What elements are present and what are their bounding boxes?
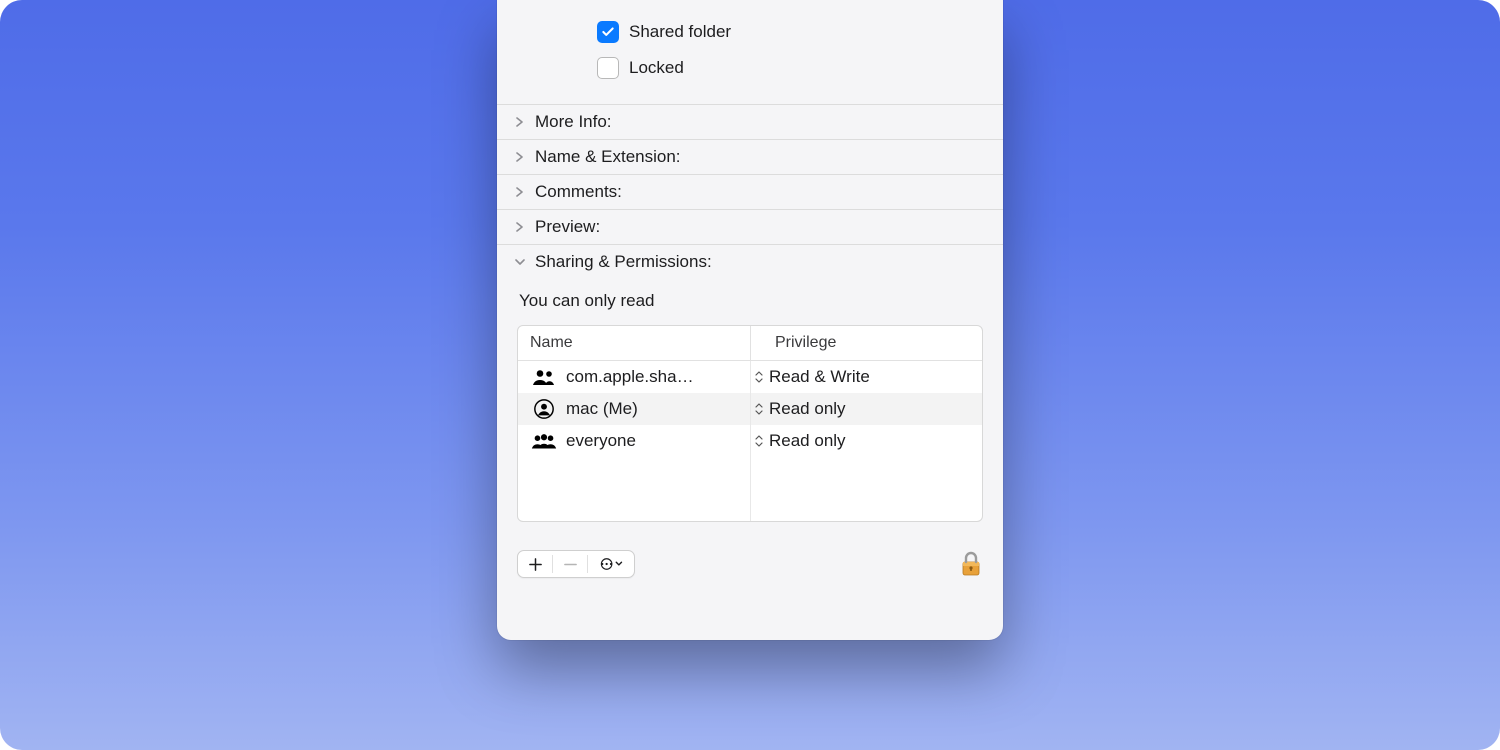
privilege-cell[interactable]: Read only — [750, 393, 982, 425]
section-sharing-permissions: Sharing & Permissions: You can only read… — [497, 245, 1003, 540]
col-privilege: Privilege — [750, 326, 982, 360]
privilege-value: Read only — [769, 431, 846, 451]
permissions-footer — [497, 540, 1003, 596]
table-row[interactable]: mac (Me) Read only — [518, 393, 982, 425]
shared-folder-row: Shared folder — [497, 14, 1003, 50]
permissions-action-group — [517, 550, 635, 578]
locked-row: Locked — [497, 50, 1003, 86]
plus-icon — [528, 557, 543, 572]
get-info-panel: Shared folder Locked More Info: — [497, 0, 1003, 640]
section-title: Preview: — [535, 217, 600, 237]
group-icon — [530, 430, 558, 452]
chevron-right-icon — [513, 150, 527, 164]
group-icon — [530, 366, 558, 388]
table-row[interactable]: com.apple.sha… Read & Write — [518, 361, 982, 393]
chevron-right-icon — [513, 115, 527, 129]
lock-icon[interactable] — [959, 550, 983, 578]
minus-icon — [563, 557, 578, 572]
updown-icon — [753, 433, 765, 449]
permissions-body: You can only read Name Privilege com.app… — [497, 279, 1003, 540]
locked-label: Locked — [629, 54, 684, 82]
section-title: More Info: — [535, 112, 612, 132]
add-user-button[interactable] — [518, 551, 552, 577]
desktop-background: Shared folder Locked More Info: — [0, 0, 1500, 750]
name-cell: com.apple.sha… — [518, 366, 750, 388]
col-name: Name — [518, 326, 750, 360]
updown-icon — [753, 401, 765, 417]
shared-folder-checkbox[interactable] — [597, 21, 619, 43]
section-name-extension[interactable]: Name & Extension: — [497, 140, 1003, 175]
permissions-table: Name Privilege com.apple.sha… Read & Writ… — [517, 325, 983, 522]
locked-checkbox[interactable] — [597, 57, 619, 79]
privilege-cell[interactable]: Read & Write — [750, 361, 982, 393]
name-cell: mac (Me) — [518, 398, 750, 420]
privilege-cell[interactable]: Read only — [750, 425, 982, 457]
ellipsis-chevron-icon — [598, 557, 624, 571]
section-sharing-header[interactable]: Sharing & Permissions: — [497, 245, 1003, 279]
privilege-value: Read only — [769, 399, 846, 419]
shared-folder-label: Shared folder — [629, 18, 731, 46]
general-checkboxes: Shared folder Locked — [497, 0, 1003, 105]
section-title: Sharing & Permissions: — [535, 252, 712, 272]
chevron-down-icon — [513, 255, 527, 269]
chevron-right-icon — [513, 220, 527, 234]
section-title: Name & Extension: — [535, 147, 681, 167]
section-preview[interactable]: Preview: — [497, 210, 1003, 245]
table-row-empty — [518, 457, 982, 489]
table-row-empty — [518, 489, 982, 521]
permissions-rows: com.apple.sha… Read & Write mac (Me) Read o… — [518, 361, 982, 457]
user-name: everyone — [566, 431, 636, 451]
permissions-table-header: Name Privilege — [518, 326, 982, 361]
remove-user-button[interactable] — [553, 551, 587, 577]
permissions-hint: You can only read — [519, 291, 983, 311]
user-name: com.apple.sha… — [566, 367, 694, 387]
section-title: Comments: — [535, 182, 622, 202]
privilege-value: Read & Write — [769, 367, 870, 387]
user-icon — [530, 398, 558, 420]
section-more-info[interactable]: More Info: — [497, 105, 1003, 140]
chevron-right-icon — [513, 185, 527, 199]
action-menu-button[interactable] — [588, 551, 634, 577]
updown-icon — [753, 369, 765, 385]
checkmark-icon — [601, 25, 615, 39]
user-name: mac (Me) — [566, 399, 638, 419]
table-row[interactable]: everyone Read only — [518, 425, 982, 457]
name-cell: everyone — [518, 430, 750, 452]
section-comments[interactable]: Comments: — [497, 175, 1003, 210]
